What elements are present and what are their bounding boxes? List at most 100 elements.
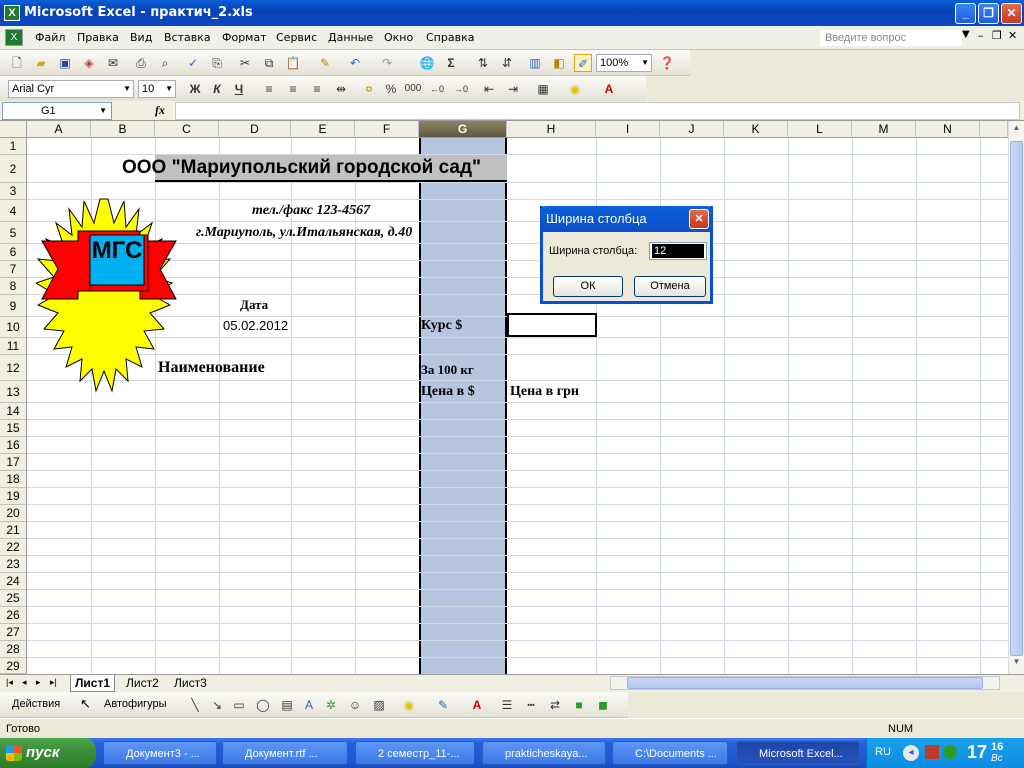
ask-question-input[interactable]: Введите вопрос <box>820 30 962 46</box>
percent-button[interactable]: % <box>382 80 400 98</box>
row-header[interactable]: 25 <box>0 590 27 607</box>
chevron-down-icon[interactable]: ▼ <box>962 29 970 40</box>
diagram-icon[interactable]: ✲ <box>322 696 340 714</box>
textbox-icon[interactable]: ▤ <box>278 696 296 714</box>
formula-input[interactable] <box>175 102 1020 120</box>
spelling-icon[interactable]: ✓ <box>184 54 202 72</box>
row-header[interactable]: 11 <box>0 338 27 355</box>
copy-icon[interactable]: ⧉ <box>260 54 278 72</box>
merge-center-icon[interactable]: ⇹ <box>332 80 350 98</box>
row-header[interactable]: 7 <box>0 261 27 278</box>
select-arrow-icon[interactable]: ↖ <box>80 696 91 712</box>
antivirus-icon[interactable] <box>943 745 957 759</box>
menu-window[interactable]: Окно <box>384 31 413 44</box>
autoshapes-menu[interactable]: Автофигуры <box>104 698 167 710</box>
column-header-i[interactable]: I <box>596 121 660 138</box>
row-header[interactable]: 9 <box>0 295 27 317</box>
thousands-button[interactable]: 000 <box>404 80 422 98</box>
wordart-icon[interactable]: A <box>300 696 318 714</box>
increase-decimal-icon[interactable]: ←0 <box>428 80 446 98</box>
task-document3[interactable]: Документ3 - ... <box>103 741 217 765</box>
horizontal-scrollbar[interactable] <box>610 676 1000 690</box>
close-button[interactable]: ✕ <box>1001 3 1022 24</box>
scroll-thumb[interactable] <box>1010 141 1023 656</box>
permission-icon[interactable]: ◈ <box>80 54 98 72</box>
ok-button[interactable]: ОК <box>553 276 623 297</box>
currency-icon[interactable]: ¤ <box>360 80 378 98</box>
row-header[interactable]: 14 <box>0 403 27 420</box>
scroll-down-icon[interactable]: ▼ <box>1010 657 1023 671</box>
sort-ascending-icon[interactable]: ⇅ <box>474 54 492 72</box>
3d-icon[interactable]: ◼ <box>594 696 612 714</box>
row-header[interactable]: 3 <box>0 183 27 200</box>
row-header[interactable]: 26 <box>0 607 27 624</box>
column-header-f[interactable]: F <box>355 121 419 138</box>
menu-format[interactable]: Формат <box>222 31 267 44</box>
font-color-icon[interactable]: A <box>600 80 618 98</box>
vertical-scrollbar[interactable]: ▲ ▼ <box>1008 121 1024 674</box>
row-header[interactable]: 23 <box>0 556 27 573</box>
column-header-k[interactable]: K <box>724 121 788 138</box>
column-header-g[interactable]: G <box>419 121 507 138</box>
doc-restore-icon[interactable]: ❐ <box>992 29 1002 42</box>
fx-icon[interactable]: fx <box>155 103 165 118</box>
column-header-c[interactable]: C <box>155 121 219 138</box>
chart-wizard-icon[interactable]: ▥ <box>526 54 544 72</box>
open-icon[interactable]: ▰ <box>32 54 50 72</box>
oval-icon[interactable]: ◯ <box>254 696 272 714</box>
research-icon[interactable]: ⎘ <box>208 54 226 72</box>
hyperlink-icon[interactable]: 🌐 <box>418 54 436 72</box>
row-header[interactable]: 28 <box>0 641 27 658</box>
row-header[interactable]: 5 <box>0 222 27 244</box>
rate-input-cell[interactable] <box>507 313 597 337</box>
help-icon[interactable]: ❓ <box>658 54 676 72</box>
cancel-button[interactable]: Отмена <box>634 276 706 297</box>
drawing-icon[interactable]: ◧ <box>550 54 568 72</box>
row-header[interactable]: 21 <box>0 522 27 539</box>
menu-file[interactable]: Файл <box>35 31 65 44</box>
tab-sheet3[interactable]: Лист3 <box>170 675 211 692</box>
first-sheet-icon[interactable]: |◂ <box>6 677 13 688</box>
font-combo[interactable]: Arial Cyr ▼ <box>8 80 134 98</box>
scroll-up-icon[interactable]: ▲ <box>1010 123 1023 137</box>
name-box[interactable]: G1 ▼ <box>2 102 112 120</box>
fill-color-icon[interactable]: ◉ <box>400 696 418 714</box>
new-icon[interactable]: 🗋 <box>8 54 26 72</box>
row-header[interactable]: 16 <box>0 437 27 454</box>
row-header[interactable]: 15 <box>0 420 27 437</box>
menu-insert[interactable]: Вставка <box>164 31 211 44</box>
next-sheet-icon[interactable]: ▸ <box>36 677 41 688</box>
column-header-j[interactable]: J <box>660 121 724 138</box>
menu-help[interactable]: Справка <box>426 31 474 44</box>
italic-button[interactable]: К <box>208 80 226 98</box>
column-header-n[interactable]: N <box>916 121 980 138</box>
row-header[interactable]: 12 <box>0 355 27 381</box>
cut-icon[interactable]: ✂ <box>236 54 254 72</box>
zoom-combo[interactable]: 100% ▼ <box>596 54 652 72</box>
minimize-button[interactable]: _ <box>955 3 976 24</box>
autosum-icon[interactable]: Σ <box>442 54 460 72</box>
doc-minimize-icon[interactable]: – <box>978 29 984 42</box>
dialog-close-icon[interactable]: ✕ <box>689 209 709 229</box>
font-size-combo[interactable]: 10 ▼ <box>138 80 176 98</box>
row-header[interactable]: 2 <box>0 155 27 183</box>
row-header[interactable]: 18 <box>0 471 27 488</box>
hscroll-thumb[interactable] <box>627 677 983 689</box>
print-preview-icon[interactable]: ⌕ <box>156 54 174 72</box>
column-header-l[interactable]: L <box>788 121 852 138</box>
row-header[interactable]: 17 <box>0 454 27 471</box>
arrow-style-icon[interactable]: ⇄ <box>546 696 564 714</box>
sort-descending-icon[interactable]: ⇵ <box>498 54 516 72</box>
worksheet-grid[interactable]: A B C D E F G H I J K L M N 1 2 3 4 5 6 … <box>0 121 1008 674</box>
row-header[interactable]: 13 <box>0 381 27 403</box>
row-header[interactable]: 20 <box>0 505 27 522</box>
task-excel[interactable]: Microsoft Excel... <box>736 741 860 765</box>
row-header[interactable]: 8 <box>0 278 27 295</box>
clipart-icon[interactable]: ☺ <box>346 696 364 714</box>
line-color-icon[interactable]: ✎ <box>434 696 452 714</box>
row-header[interactable]: 19 <box>0 488 27 505</box>
menu-view[interactable]: Вид <box>130 31 152 44</box>
align-center-icon[interactable]: ≡ <box>284 80 302 98</box>
underline-button[interactable]: Ч <box>230 80 248 98</box>
row-header[interactable]: 22 <box>0 539 27 556</box>
